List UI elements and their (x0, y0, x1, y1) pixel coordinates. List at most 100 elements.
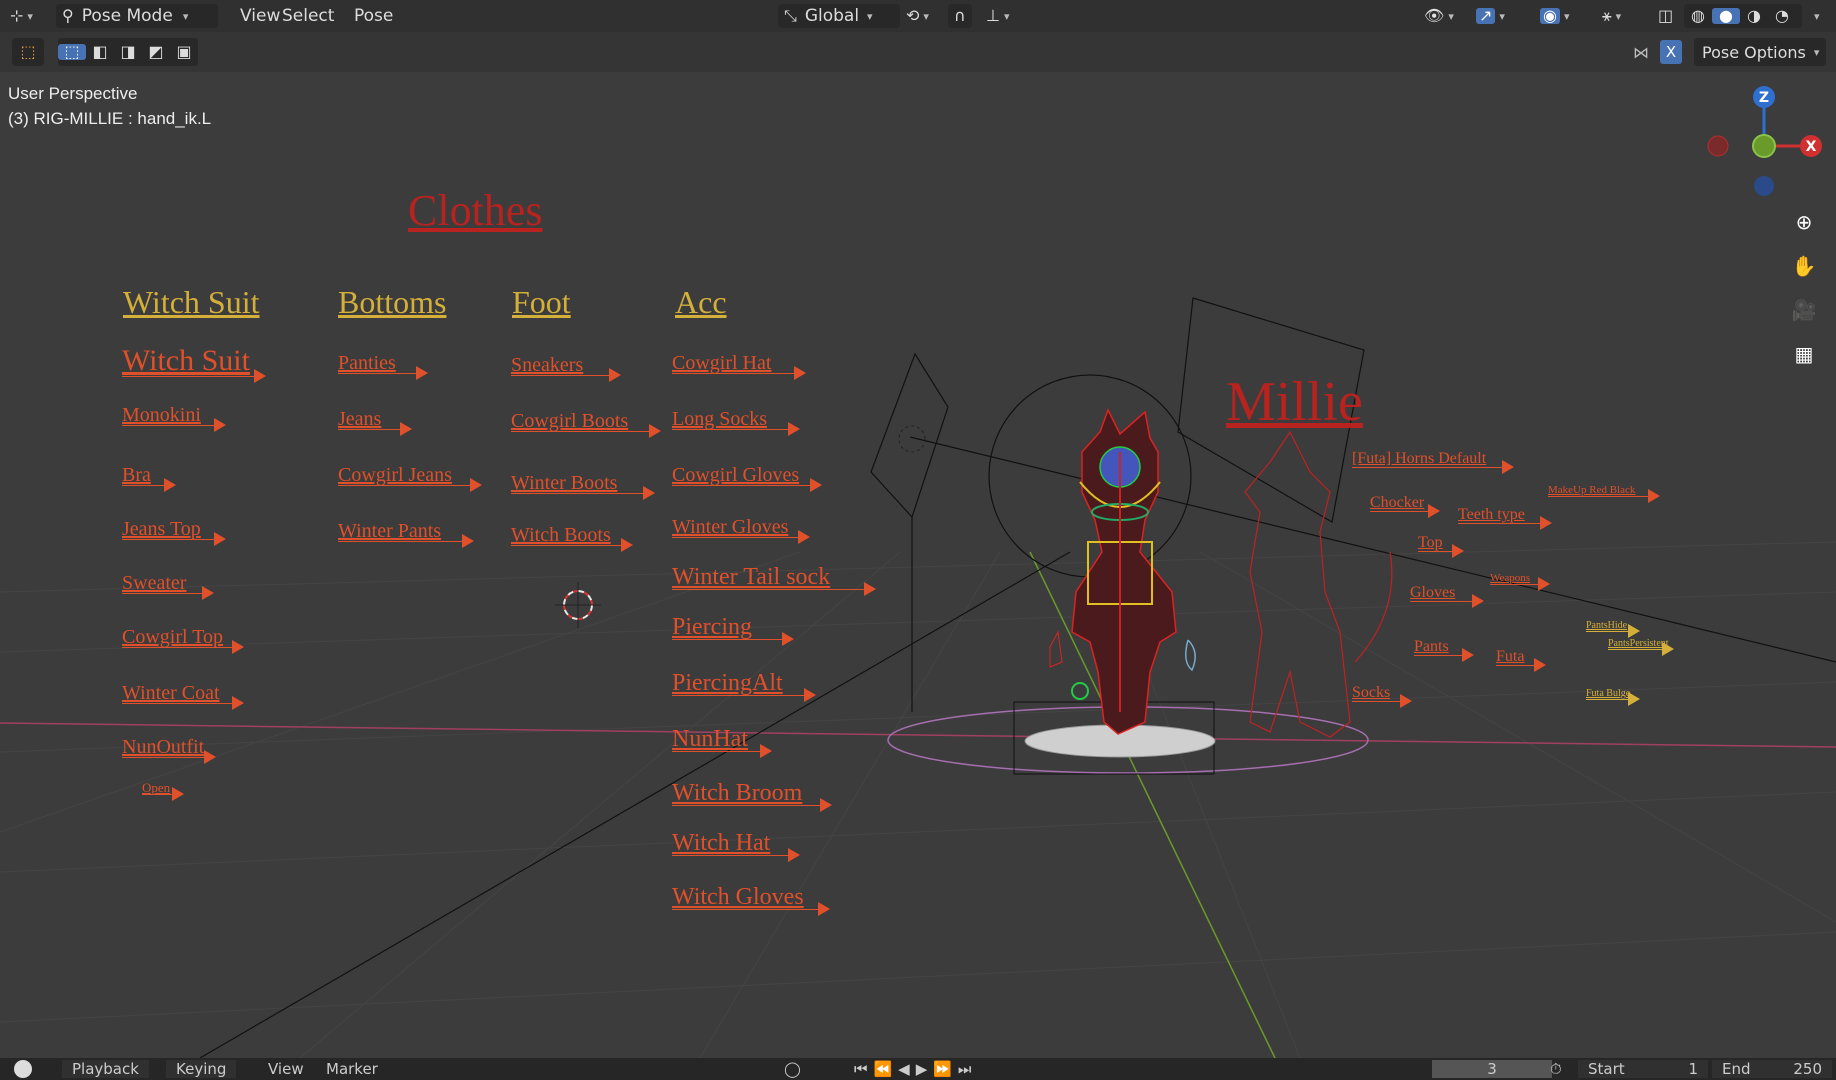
clothing-toggle-acc[interactable]: Winter Gloves (672, 516, 810, 544)
snap-toggle[interactable]: ∩ (948, 4, 972, 28)
clothing-toggle-witch-suit[interactable]: Jeans Top (122, 518, 226, 546)
gizmo-toggle[interactable]: ↗ ▾ (1470, 4, 1511, 28)
clothing-toggle-bottoms[interactable]: Panties (338, 352, 428, 380)
playback-controls[interactable]: ⏮⏪◀▶⏩⏭ (854, 1060, 977, 1078)
clothing-toggle-witch-suit[interactable]: Witch Suit (122, 344, 266, 383)
clothing-toggle-acc[interactable]: Long Socks (672, 408, 800, 436)
editor-type-icon[interactable] (14, 1060, 32, 1078)
clothing-toggle-foot[interactable]: Cowgirl Boots (511, 410, 661, 438)
xray-toggle[interactable]: ◫ (1652, 4, 1679, 28)
body-toggle[interactable]: Top (1418, 534, 1464, 558)
clothing-toggle-foot[interactable]: Sneakers (511, 354, 621, 382)
end-frame-field[interactable]: End 250 (1712, 1060, 1832, 1078)
snap-target-button[interactable]: ⊥ ▾ (980, 4, 1015, 28)
body-toggle[interactable]: [Futa] Horns Default (1352, 450, 1514, 474)
viewport-header: ⊹ ▾ ⚲ Pose Mode ▾ View Select Pose ⤡ Glob… (0, 0, 1836, 32)
shading-options-button[interactable]: ▾ (1804, 4, 1826, 28)
overlay-toggle[interactable]: ◉ ▾ (1534, 4, 1576, 28)
small-toggle[interactable]: PantsPersistent (1608, 638, 1674, 656)
navigation-gizmo[interactable]: Z X (1696, 78, 1836, 198)
clothing-toggle-witch-suit[interactable]: Bra (122, 464, 176, 492)
camera-view-button[interactable]: 🎥 (1786, 292, 1822, 328)
arrow-icon (672, 848, 800, 863)
body-toggle[interactable]: Socks (1352, 684, 1412, 708)
solid-shading-icon[interactable]: ● (1712, 8, 1740, 24)
preview-range-icon[interactable]: ⏱ (1550, 1060, 1562, 1078)
clothing-toggle-foot[interactable]: Witch Boots (511, 524, 633, 552)
mode-selector[interactable]: ⚲ Pose Mode ▾ (56, 4, 218, 28)
menu-pose[interactable]: Pose (348, 4, 399, 28)
select-new-icon[interactable]: ⬚ (58, 44, 86, 60)
timeline-menu-marker[interactable]: Marker (326, 1060, 378, 1078)
clothing-toggle-witch-suit[interactable]: Cowgirl Top (122, 626, 244, 654)
arrow-icon (1352, 459, 1514, 474)
transform-orientation-selector[interactable]: ⤡ Global ▾ (778, 4, 900, 28)
bone-overlay-button[interactable]: ⚹ ▾ (1596, 4, 1627, 28)
editor-type-button[interactable]: ⊹ ▾ (4, 4, 39, 28)
select-intersect-icon[interactable]: ▣ (170, 44, 198, 60)
clothing-toggle-acc[interactable]: Witch Broom (672, 780, 832, 813)
pivot-point-button[interactable]: ⟲ ▾ (900, 4, 935, 28)
rendered-shading-icon[interactable]: ◔ (1768, 8, 1796, 24)
clothing-toggle-foot[interactable]: Winter Boots (511, 472, 655, 500)
visibility-button[interactable]: 👁 ▾ (1418, 4, 1460, 28)
select-invert-icon[interactable]: ◩ (142, 44, 170, 60)
category-label[interactable]: Foot (512, 284, 571, 321)
clothing-toggle-acc[interactable]: Witch Gloves (672, 884, 830, 917)
negative-x-axis-handle[interactable] (1707, 135, 1729, 157)
3d-viewport[interactable]: User Perspective (3) RIG-MILLIE : hand_i… (0, 72, 1836, 1058)
clothing-toggle-acc[interactable]: Witch Hat (672, 830, 800, 863)
small-toggle[interactable]: Weapons (1490, 572, 1550, 591)
clothing-toggle-acc[interactable]: Winter Tail sock (672, 564, 876, 597)
current-frame-field[interactable]: 3 (1432, 1060, 1552, 1078)
small-toggle[interactable]: Futa Bulge (1586, 688, 1640, 706)
zoom-button[interactable]: ⊕ (1786, 204, 1822, 240)
mirror-butterfly-icon[interactable]: ⋈ (1630, 40, 1652, 64)
select-subtract-icon[interactable]: ◨ (114, 44, 142, 60)
negative-z-axis-handle[interactable] (1754, 176, 1774, 196)
clothing-toggle-acc[interactable]: Piercing (672, 614, 794, 647)
pan-button[interactable]: ✋ (1786, 248, 1822, 284)
clothes-title[interactable]: Clothes (408, 185, 542, 236)
clothing-toggle-witch-suit[interactable]: NunOutfit (122, 736, 216, 764)
character-name-title[interactable]: Millie (1226, 370, 1363, 434)
body-toggle[interactable]: Pants (1414, 638, 1474, 662)
select-tool-button[interactable]: ⬚ (12, 38, 44, 66)
clothing-toggle-witch-suit[interactable]: Sweater (122, 572, 214, 600)
clothing-toggle-acc[interactable]: NunHat (672, 726, 772, 759)
y-axis-handle[interactable] (1752, 134, 1776, 158)
clothing-toggle-acc[interactable]: Cowgirl Hat (672, 352, 806, 380)
timeline-menu-playback[interactable]: Playback (62, 1060, 149, 1078)
clothing-toggle-bottoms[interactable]: Winter Pants (338, 520, 474, 548)
clothing-toggle-bottoms[interactable]: Jeans (338, 408, 412, 436)
body-toggle[interactable]: Teeth type (1458, 506, 1552, 530)
clothing-toggle-bottoms[interactable]: Cowgirl Jeans (338, 464, 482, 492)
category-label[interactable]: Acc (675, 284, 727, 321)
clothing-toggle-witch-suit[interactable]: Monokini (122, 404, 226, 432)
pose-options-dropdown[interactable]: Pose Options ▾ (1694, 38, 1826, 66)
timeline-menu-keying[interactable]: Keying (166, 1060, 237, 1078)
start-frame-field[interactable]: Start 1 (1578, 1060, 1708, 1078)
clothing-toggle-acc-text: Witch Broom (672, 780, 803, 806)
clothing-toggle-witch-suit[interactable]: Open (142, 780, 184, 801)
small-toggle[interactable]: MakeUp Red Black (1548, 484, 1660, 503)
timeline-menu-view[interactable]: View (268, 1060, 304, 1078)
clothing-toggle-acc[interactable]: Cowgirl Gloves (672, 464, 822, 492)
arrow-icon (122, 532, 226, 546)
material-shading-icon[interactable]: ◑ (1740, 8, 1768, 24)
body-toggle[interactable]: Gloves (1410, 584, 1484, 608)
x-mirror-toggle[interactable]: X (1660, 40, 1682, 64)
perspective-toggle-button[interactable]: ▦ (1786, 336, 1822, 372)
category-label[interactable]: Witch Suit (123, 284, 259, 321)
small-toggle[interactable]: PantsHide (1586, 620, 1640, 638)
menu-select[interactable]: Select (276, 4, 340, 28)
body-toggle[interactable]: Futa (1496, 648, 1546, 672)
wireframe-shading-icon[interactable]: ◍ (1684, 8, 1712, 24)
body-toggle[interactable]: Chocker (1370, 494, 1440, 518)
category-label[interactable]: Bottoms (338, 284, 446, 321)
category-label-text: Foot (512, 284, 571, 320)
select-extend-icon[interactable]: ◧ (86, 44, 114, 60)
auto-keying-icon[interactable]: ◯ (784, 1060, 801, 1078)
clothing-toggle-acc[interactable]: PiercingAlt (672, 670, 816, 703)
clothing-toggle-witch-suit[interactable]: Winter Coat (122, 682, 244, 710)
